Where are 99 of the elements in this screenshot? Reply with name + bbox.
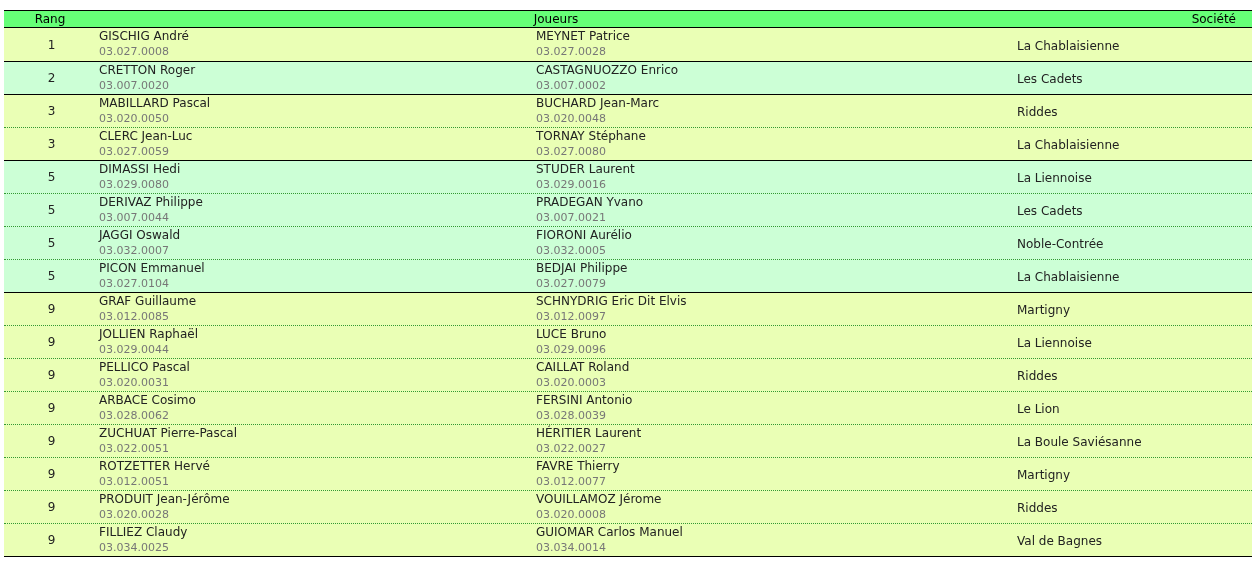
player-name: MEYNET Patrice — [536, 29, 630, 44]
rank-cell: 9 — [47, 368, 56, 382]
club-cell-text: La Liennoise — [1017, 170, 1092, 185]
licence-number: 03.029.0044 — [99, 341, 169, 358]
player-name: FILLIEZ Claudy — [99, 524, 188, 540]
player-name: FERSINI Antonio — [536, 392, 633, 408]
player-name: SCHNYDRIG Eric Dit Elvis — [536, 293, 687, 309]
rank-cell: 5 — [47, 269, 56, 283]
licence-number: 03.027.0059 — [99, 143, 169, 160]
rank-cell: 5 — [47, 170, 56, 184]
licence-number: 03.027.0104 — [99, 275, 169, 292]
club-cell-text: La Boule Saviésanne — [1017, 434, 1142, 449]
player-name: PRODUIT Jean-Jérôme — [99, 491, 230, 507]
licence-number: 03.029.0096 — [536, 341, 606, 358]
club-cell-text: Riddes — [1017, 500, 1058, 515]
club-cell-text: La Chablaisienne — [1017, 37, 1120, 53]
player-name: JAGGI Oswald — [99, 227, 181, 243]
licence-number: 03.027.0028 — [536, 44, 606, 60]
rank-cell: 3 — [47, 104, 56, 118]
player-name: BUCHARD Jean-Marc — [536, 95, 660, 111]
rank-cell: 9 — [47, 401, 56, 415]
player-name: FAVRE Thierry — [536, 458, 620, 474]
licence-number: 03.034.0014 — [536, 539, 606, 556]
club-cell-text: Les Cadets — [1017, 71, 1083, 86]
club-cell-text: Val de Bagnes — [1017, 533, 1103, 548]
rank-cell: 9 — [47, 533, 56, 547]
player-name: GRAF Guillaume — [99, 293, 196, 309]
player-name: CAILLAT Roland — [536, 359, 630, 375]
player-name: TORNAY Stéphane — [536, 128, 646, 144]
licence-number: 03.012.0085 — [99, 308, 169, 325]
licence-number: 03.032.0005 — [536, 242, 606, 259]
player-name: VOUILLAMOZ Jérome — [536, 491, 662, 507]
club-cell-text: Riddes — [1017, 104, 1058, 119]
club-cell-text: Martigny — [1017, 302, 1070, 317]
rank-cell: 5 — [47, 236, 56, 250]
rank-cell: 5 — [47, 203, 56, 217]
rank-cell: 9 — [47, 467, 56, 481]
club-cell-text: Le Lion — [1017, 401, 1060, 416]
player-name: GISCHIG André — [99, 29, 189, 44]
licence-number: 03.029.0016 — [536, 176, 606, 193]
player-name: ZUCHUAT Pierre-Pascal — [99, 425, 237, 441]
licence-number: 03.020.0003 — [536, 374, 606, 391]
rank-cell: 9 — [47, 434, 56, 448]
column-header: Société — [1191, 11, 1237, 27]
player-name: BEDJAI Philippe — [536, 260, 628, 276]
player-name: MABILLARD Pascal — [99, 95, 211, 111]
player-name: STUDER Laurent — [536, 161, 635, 177]
player-name: JOLLIEN Raphaël — [99, 326, 198, 342]
player-name: DERIVAZ Philippe — [99, 194, 203, 210]
licence-number: 03.027.0008 — [99, 44, 169, 60]
licence-number: 03.007.0044 — [99, 209, 169, 226]
rank-cell: 9 — [47, 500, 56, 514]
player-name: HÉRITIER Laurent — [536, 425, 642, 441]
club-cell-text: La Liennoise — [1017, 335, 1092, 350]
player-name: DIMASSI Hedi — [99, 161, 181, 177]
player-name: PICON Emmanuel — [99, 260, 205, 276]
player-name: FIORONI Aurélio — [536, 227, 632, 243]
licence-number: 03.007.0002 — [536, 77, 606, 94]
licence-number: 03.020.0050 — [99, 110, 169, 127]
licence-number: 03.020.0031 — [99, 374, 169, 391]
licence-number: 03.027.0079 — [536, 275, 606, 292]
licence-number: 03.022.0051 — [99, 440, 169, 457]
player-name: GUIOMAR Carlos Manuel — [536, 524, 683, 540]
licence-number: 03.007.0020 — [99, 77, 169, 94]
licence-number: 03.029.0080 — [99, 176, 169, 193]
club-cell-text: Martigny — [1017, 467, 1070, 482]
licence-number: 03.032.0007 — [99, 242, 169, 259]
club-cell-text: Noble-Contrée — [1017, 236, 1104, 251]
club-cell-text: Riddes — [1017, 368, 1058, 383]
player-name: CLERC Jean-Luc — [99, 128, 193, 144]
column-header: Joueurs — [533, 11, 579, 27]
rank-cell: 9 — [47, 335, 56, 349]
player-name: PELLICO Pascal — [99, 359, 190, 375]
rank-cell: 2 — [47, 71, 56, 85]
player-name: PRADEGAN Yvano — [536, 194, 644, 210]
licence-number: 03.020.0008 — [536, 506, 606, 523]
rank-cell: 1 — [47, 37, 56, 52]
player-name: ROTZETTER Hervé — [99, 458, 210, 474]
player-name: ARBACE Cosimo — [99, 392, 196, 408]
licence-number: 03.022.0027 — [536, 440, 606, 457]
licence-number: 03.027.0080 — [536, 143, 606, 160]
player-name: CASTAGNUOZZO Enrico — [536, 62, 679, 78]
club-cell-text: Les Cadets — [1017, 203, 1083, 218]
licence-number: 03.007.0021 — [536, 209, 606, 226]
licence-number: 03.020.0028 — [99, 506, 169, 523]
player-name: LUCE Bruno — [536, 326, 607, 342]
club-cell-text: La Chablaisienne — [1017, 137, 1120, 152]
licence-number: 03.034.0025 — [99, 539, 169, 556]
rank-cell: 3 — [47, 137, 56, 151]
column-header: Rang — [34, 11, 66, 27]
licence-number: 03.012.0051 — [99, 473, 169, 490]
licence-number: 03.028.0062 — [99, 407, 169, 424]
club-cell-text: La Chablaisienne — [1017, 269, 1120, 284]
licence-number: 03.012.0077 — [536, 473, 606, 490]
player-name: CRETTON Roger — [99, 62, 196, 78]
licence-number: 03.012.0097 — [536, 308, 606, 325]
licence-number: 03.028.0039 — [536, 407, 606, 424]
rank-cell: 9 — [47, 302, 56, 316]
licence-number: 03.020.0048 — [536, 110, 606, 127]
